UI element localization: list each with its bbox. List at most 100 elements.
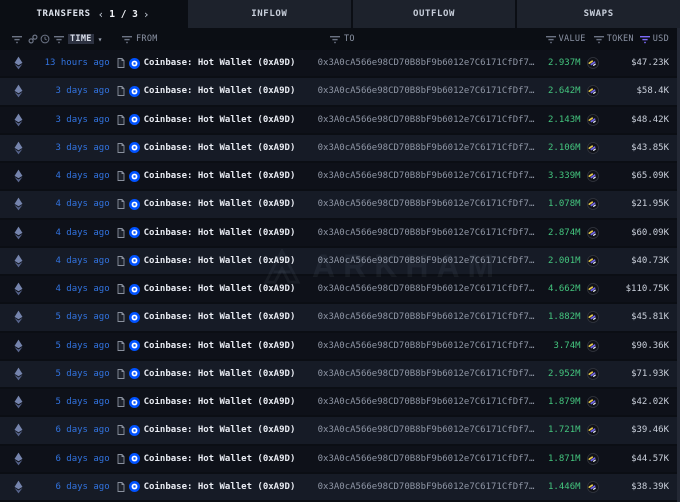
table-row[interactable]: 6 days ago Coinbase: Hot Wallet (0xA9D) … [0,445,680,474]
header-time[interactable]: TIME ▾ [38,34,114,44]
transfer-to-address[interactable]: 0x3A0cA566e98CD70B8bF9b6012e7C6171CfDf7… [318,228,535,238]
header-from-label[interactable]: FROM [136,34,158,44]
transfer-from[interactable]: Coinbase: Hot Wallet (0xA9D) [110,311,318,323]
copy-icon[interactable] [117,312,125,323]
transfer-to-address[interactable]: 0x3A0cA566e98CD70B8bF9b6012e7C6171CfDf7… [318,312,535,322]
transfer-time[interactable]: 3 days ago [37,143,109,153]
transfer-time[interactable]: 4 days ago [37,199,109,209]
transfer-time[interactable]: 6 days ago [37,425,109,435]
copy-icon[interactable] [117,453,125,464]
entity-label[interactable]: Coinbase: Hot Wallet (0xA9D) [144,199,296,209]
entity-label[interactable]: Coinbase: Hot Wallet (0xA9D) [144,228,296,238]
header-usd-label[interactable]: USD [653,34,669,44]
transfer-from[interactable]: Coinbase: Hot Wallet (0xA9D) [110,396,318,408]
transfer-to-address[interactable]: 0x3A0cA566e98CD70B8bF9b6012e7C6171CfDf7… [318,397,535,407]
chevron-down-icon[interactable]: ▾ [98,35,103,44]
transfer-to-address[interactable]: 0x3A0cA566e98CD70B8bF9b6012e7C6171CfDf7… [318,86,535,96]
transfer-from[interactable]: Coinbase: Hot Wallet (0xA9D) [110,283,318,295]
copy-icon[interactable] [117,284,125,295]
token-icon[interactable] [581,424,606,437]
transfer-to-address[interactable]: 0x3A0cA566e98CD70B8bF9b6012e7C6171CfDf7… [318,482,535,492]
copy-icon[interactable] [117,58,125,69]
entity-label[interactable]: Coinbase: Hot Wallet (0xA9D) [144,482,296,492]
table-row[interactable]: 4 days ago Coinbase: Hot Wallet (0xA9D) … [0,163,680,192]
filter-icon[interactable] [122,35,132,44]
transfer-time[interactable]: 4 days ago [37,171,109,181]
filter-icon[interactable] [12,35,22,44]
token-icon[interactable] [581,141,606,154]
transfer-time[interactable]: 3 days ago [37,115,109,125]
table-row[interactable]: 4 days ago Coinbase: Hot Wallet (0xA9D) … [0,276,680,305]
header-value[interactable]: VALUE [538,34,586,44]
table-row[interactable]: 13 hours ago Coinbase: Hot Wallet (0xA9D… [0,50,680,79]
transfer-time[interactable]: 4 days ago [37,228,109,238]
tab-outflow[interactable]: OUTFLOW [350,0,516,28]
copy-icon[interactable] [117,481,125,492]
transfer-time[interactable]: 3 days ago [37,86,109,96]
transfer-to-address[interactable]: 0x3A0cA566e98CD70B8bF9b6012e7C6171CfDf7… [318,171,535,181]
tab-transfers[interactable]: TRANSFERS ‹ 1 / 3 › [0,0,186,28]
filter-icon[interactable] [54,35,64,44]
transfer-time[interactable]: 6 days ago [37,454,109,464]
token-icon[interactable] [581,452,606,465]
transfer-to-address[interactable]: 0x3A0cA566e98CD70B8bF9b6012e7C6171CfDf7… [318,369,535,379]
tab-inflow[interactable]: INFLOW [186,0,351,28]
transfer-from[interactable]: Coinbase: Hot Wallet (0xA9D) [110,142,318,154]
transfer-from[interactable]: Coinbase: Hot Wallet (0xA9D) [110,453,318,465]
token-icon[interactable] [581,396,606,409]
entity-label[interactable]: Coinbase: Hot Wallet (0xA9D) [144,397,296,407]
entity-label[interactable]: Coinbase: Hot Wallet (0xA9D) [144,115,296,125]
header-to-label[interactable]: TO [344,34,355,44]
transfer-time[interactable]: 4 days ago [37,284,109,294]
table-row[interactable]: 5 days ago Coinbase: Hot Wallet (0xA9D) … [0,389,680,418]
transfer-to-address[interactable]: 0x3A0cA566e98CD70B8bF9b6012e7C6171CfDf7… [318,58,535,68]
entity-label[interactable]: Coinbase: Hot Wallet (0xA9D) [144,425,296,435]
table-row[interactable]: 5 days ago Coinbase: Hot Wallet (0xA9D) … [0,332,680,361]
filter-icon[interactable] [593,35,604,44]
header-token[interactable]: TOKEN [593,34,640,44]
copy-icon[interactable] [117,340,125,351]
entity-label[interactable]: Coinbase: Hot Wallet (0xA9D) [144,256,296,266]
copy-icon[interactable] [117,368,125,379]
transfer-from[interactable]: Coinbase: Hot Wallet (0xA9D) [110,227,318,239]
entity-label[interactable]: Coinbase: Hot Wallet (0xA9D) [144,171,296,181]
entity-label[interactable]: Coinbase: Hot Wallet (0xA9D) [144,312,296,322]
transfer-time[interactable]: 4 days ago [37,256,109,266]
copy-icon[interactable] [117,255,125,266]
table-row[interactable]: 4 days ago Coinbase: Hot Wallet (0xA9D) … [0,247,680,276]
token-icon[interactable] [581,311,606,324]
transfer-from[interactable]: Coinbase: Hot Wallet (0xA9D) [110,481,318,493]
transfer-from[interactable]: Coinbase: Hot Wallet (0xA9D) [110,340,318,352]
table-row[interactable]: 4 days ago Coinbase: Hot Wallet (0xA9D) … [0,219,680,248]
transfer-from[interactable]: Coinbase: Hot Wallet (0xA9D) [110,368,318,380]
entity-label[interactable]: Coinbase: Hot Wallet (0xA9D) [144,86,296,96]
transfer-from[interactable]: Coinbase: Hot Wallet (0xA9D) [110,424,318,436]
transfer-to-address[interactable]: 0x3A0cA566e98CD70B8bF9b6012e7C6171CfDf7… [318,341,535,351]
table-row[interactable]: 5 days ago Coinbase: Hot Wallet (0xA9D) … [0,360,680,389]
transfer-time[interactable]: 5 days ago [37,312,109,322]
copy-icon[interactable] [117,142,125,153]
table-row[interactable]: 4 days ago Coinbase: Hot Wallet (0xA9D) … [0,191,680,220]
copy-icon[interactable] [117,425,125,436]
header-value-label[interactable]: VALUE [559,34,586,44]
transfer-to-address[interactable]: 0x3A0cA566e98CD70B8bF9b6012e7C6171CfDf7… [318,425,535,435]
table-row[interactable]: 6 days ago Coinbase: Hot Wallet (0xA9D) … [0,473,680,502]
table-row[interactable]: 3 days ago Coinbase: Hot Wallet (0xA9D) … [0,106,680,135]
token-icon[interactable] [581,57,606,70]
page-next-icon[interactable]: › [143,9,150,20]
table-row[interactable]: 3 days ago Coinbase: Hot Wallet (0xA9D) … [0,134,680,163]
copy-icon[interactable] [117,227,125,238]
transfer-time[interactable]: 6 days ago [37,482,109,492]
copy-icon[interactable] [117,171,125,182]
transfer-from[interactable]: Coinbase: Hot Wallet (0xA9D) [110,170,318,182]
token-icon[interactable] [581,367,606,380]
copy-icon[interactable] [117,114,125,125]
transfer-from[interactable]: Coinbase: Hot Wallet (0xA9D) [110,114,318,126]
transfer-to-address[interactable]: 0x3A0cA566e98CD70B8bF9b6012e7C6171CfDf7… [318,199,535,209]
transfer-time[interactable]: 5 days ago [37,397,109,407]
header-time-label[interactable]: TIME [68,34,94,44]
transfer-to-address[interactable]: 0x3A0cA566e98CD70B8bF9b6012e7C6171CfDf7… [318,454,535,464]
transfer-from[interactable]: Coinbase: Hot Wallet (0xA9D) [110,85,318,97]
copy-icon[interactable] [117,86,125,97]
token-icon[interactable] [581,254,606,267]
